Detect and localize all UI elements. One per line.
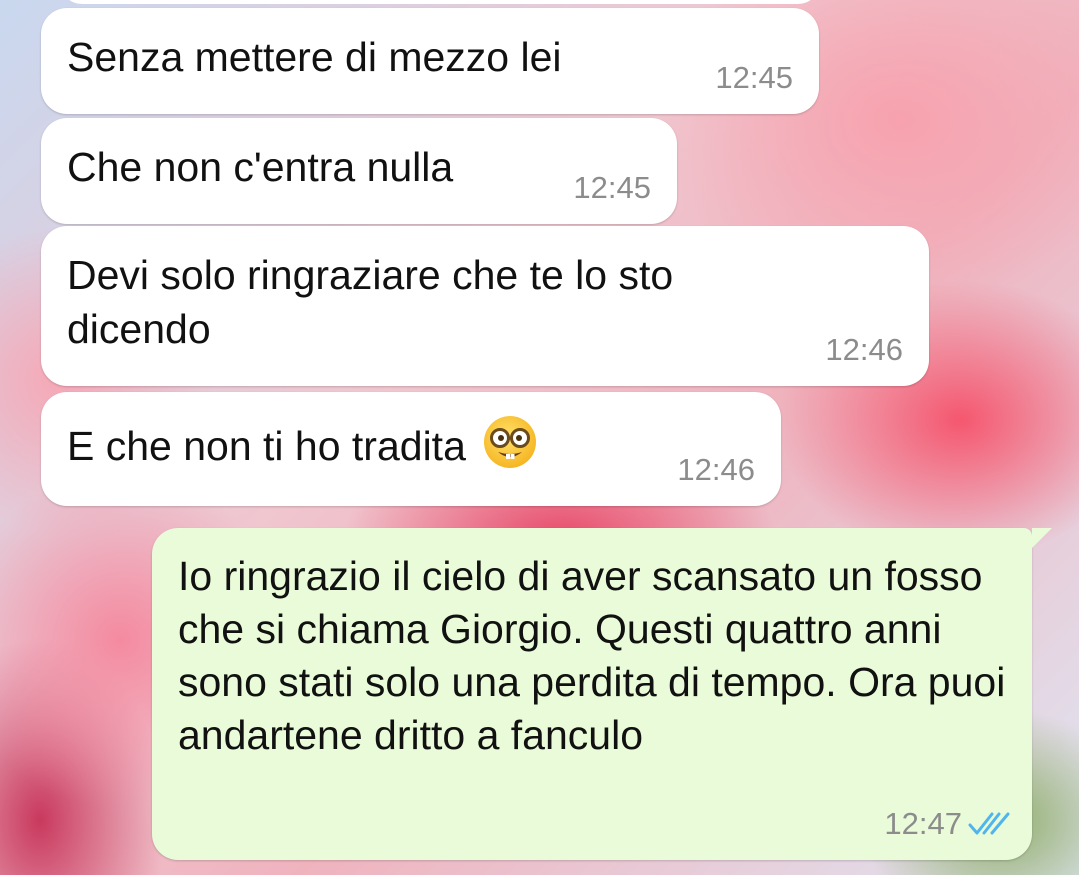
incoming-message-bubble[interactable]: Che non c'entra nulla 12:45 [41,118,677,224]
message-text: Senza mettere di mezzo lei [67,34,562,80]
message-text: Devi solo ringraziare che te lo sto dice… [67,252,674,352]
nerd-face-emoji [482,414,538,470]
message-text: Che non c'entra nulla [67,144,454,190]
outgoing-message-bubble[interactable]: Io ringrazio il cielo di aver scansato u… [152,528,1052,860]
incoming-message-bubble[interactable]: Devi solo ringraziare che te lo sto dice… [41,226,929,386]
message-timestamp: 12:46 [677,452,755,487]
previous-message-bubble-edge [60,0,820,4]
message-text: Io ringrazio il cielo di aver scansato u… [178,553,1006,758]
message-timestamp: 12:47 [884,806,962,841]
message-text: E che non ti ho tradita [67,423,466,469]
message-timestamp: 12:45 [715,60,793,95]
incoming-message-bubble[interactable]: E che non ti ho tradita 12:46 [41,392,781,506]
incoming-message-bubble[interactable]: Senza mettere di mezzo lei 12:45 [41,8,819,114]
double-check-icon [968,810,1012,838]
message-timestamp: 12:46 [825,332,903,367]
message-timestamp: 12:45 [573,170,651,205]
